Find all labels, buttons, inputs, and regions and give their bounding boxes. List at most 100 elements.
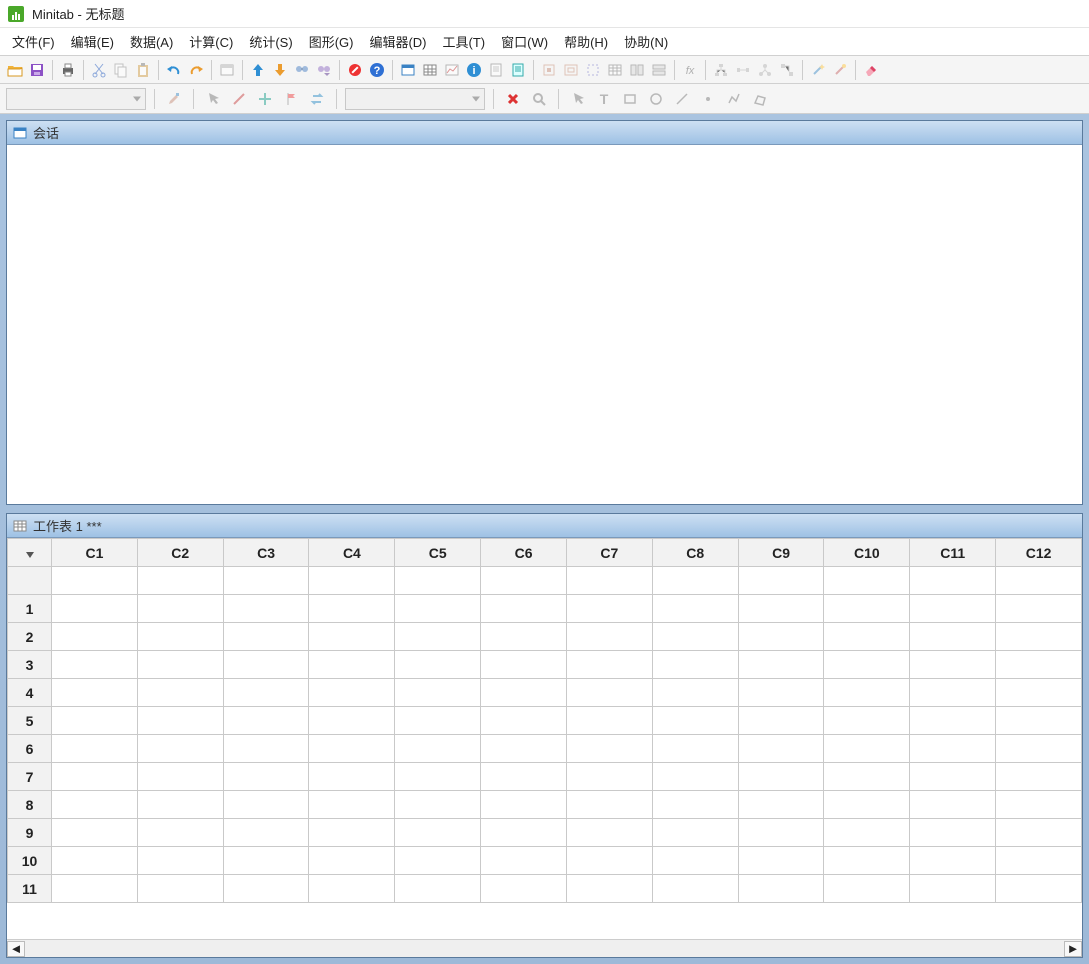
circle-tool-icon[interactable] <box>645 88 667 110</box>
layout2-icon[interactable] <box>648 59 670 81</box>
cell[interactable] <box>223 847 309 875</box>
cell[interactable] <box>824 623 910 651</box>
menu-graph[interactable]: 图形(G) <box>301 28 362 55</box>
cell[interactable] <box>996 623 1082 651</box>
cell[interactable] <box>481 875 567 903</box>
cell[interactable] <box>137 791 223 819</box>
cell[interactable] <box>309 679 395 707</box>
cell[interactable] <box>223 791 309 819</box>
select-region-icon[interactable] <box>582 59 604 81</box>
cell[interactable] <box>652 679 738 707</box>
eraser-icon[interactable] <box>860 59 882 81</box>
cell[interactable] <box>566 875 652 903</box>
col-name-cell[interactable] <box>395 567 481 595</box>
worksheet-body[interactable]: C1 C2 C3 C4 C5 C6 C7 C8 C9 C10 C11 C12 <box>7 538 1082 939</box>
cell[interactable] <box>566 679 652 707</box>
cell[interactable] <box>824 819 910 847</box>
row-header[interactable]: 7 <box>8 763 52 791</box>
cell[interactable] <box>52 679 138 707</box>
col-name-cell[interactable] <box>996 567 1082 595</box>
cell[interactable] <box>481 735 567 763</box>
scroll-right-icon[interactable]: ► <box>1064 941 1082 957</box>
cell[interactable] <box>137 623 223 651</box>
cell[interactable] <box>395 847 481 875</box>
cell[interactable] <box>395 651 481 679</box>
cell[interactable] <box>395 735 481 763</box>
corner-cell[interactable] <box>8 539 52 567</box>
cell[interactable] <box>566 791 652 819</box>
row-header[interactable]: 6 <box>8 735 52 763</box>
diagram2-icon[interactable] <box>732 59 754 81</box>
brush-icon[interactable] <box>163 88 185 110</box>
menu-data[interactable]: 数据(A) <box>122 28 181 55</box>
col-name-cell[interactable] <box>566 567 652 595</box>
info-icon[interactable]: i <box>463 59 485 81</box>
col-header[interactable]: C11 <box>910 539 996 567</box>
cell[interactable] <box>738 679 824 707</box>
cell[interactable] <box>52 595 138 623</box>
cancel-icon[interactable] <box>344 59 366 81</box>
cell[interactable] <box>223 651 309 679</box>
cell[interactable] <box>910 707 996 735</box>
pen-icon[interactable] <box>228 88 250 110</box>
cell[interactable] <box>481 847 567 875</box>
layout1-icon[interactable] <box>626 59 648 81</box>
graph-window-icon[interactable] <box>441 59 463 81</box>
swap-icon[interactable] <box>306 88 328 110</box>
cell[interactable] <box>395 623 481 651</box>
cell[interactable] <box>137 735 223 763</box>
cell[interactable] <box>395 791 481 819</box>
cell[interactable] <box>652 763 738 791</box>
cell[interactable] <box>137 763 223 791</box>
horizontal-scrollbar[interactable]: ◄ ► <box>7 939 1082 957</box>
cell[interactable] <box>910 791 996 819</box>
crosshair-icon[interactable] <box>254 88 276 110</box>
variable-combo[interactable] <box>6 88 146 110</box>
session-pane-title[interactable]: 会话 <box>7 121 1082 145</box>
redo-icon[interactable] <box>185 59 207 81</box>
cell[interactable] <box>566 651 652 679</box>
cell[interactable] <box>652 651 738 679</box>
cell[interactable] <box>137 707 223 735</box>
worksheet-window-icon[interactable] <box>419 59 441 81</box>
cell[interactable] <box>824 791 910 819</box>
menu-window[interactable]: 窗口(W) <box>493 28 556 55</box>
cell[interactable] <box>309 791 395 819</box>
menu-help[interactable]: 帮助(H) <box>556 28 616 55</box>
select-pointer-icon[interactable] <box>567 88 589 110</box>
col-header[interactable]: C5 <box>395 539 481 567</box>
cell[interactable] <box>309 763 395 791</box>
cell[interactable] <box>566 623 652 651</box>
wand2-icon[interactable] <box>829 59 851 81</box>
arrow-up-icon[interactable] <box>247 59 269 81</box>
menu-file[interactable]: 文件(F) <box>4 28 63 55</box>
worksheet-grid[interactable]: C1 C2 C3 C4 C5 C6 C7 C8 C9 C10 C11 C12 <box>7 538 1082 903</box>
row-header[interactable]: 10 <box>8 847 52 875</box>
cell[interactable] <box>395 595 481 623</box>
delete-x-icon[interactable] <box>502 88 524 110</box>
marker-tool-icon[interactable] <box>697 88 719 110</box>
flag-icon[interactable] <box>280 88 302 110</box>
assign-frame-icon[interactable] <box>560 59 582 81</box>
row-header[interactable]: 11 <box>8 875 52 903</box>
find-next-icon[interactable] <box>313 59 335 81</box>
cell[interactable] <box>309 595 395 623</box>
save-icon[interactable] <box>26 59 48 81</box>
cell[interactable] <box>395 819 481 847</box>
cell[interactable] <box>52 707 138 735</box>
menu-assist[interactable]: 协助(N) <box>616 28 676 55</box>
cell[interactable] <box>481 595 567 623</box>
col-header[interactable]: C2 <box>137 539 223 567</box>
cell[interactable] <box>996 735 1082 763</box>
cell[interactable] <box>137 875 223 903</box>
cell[interactable] <box>824 595 910 623</box>
cell[interactable] <box>309 623 395 651</box>
session-body[interactable] <box>7 145 1082 504</box>
cell[interactable] <box>52 763 138 791</box>
cell[interactable] <box>566 763 652 791</box>
cell[interactable] <box>309 651 395 679</box>
col-header[interactable]: C1 <box>52 539 138 567</box>
cell[interactable] <box>223 735 309 763</box>
cell[interactable] <box>910 875 996 903</box>
col-header[interactable]: C6 <box>481 539 567 567</box>
